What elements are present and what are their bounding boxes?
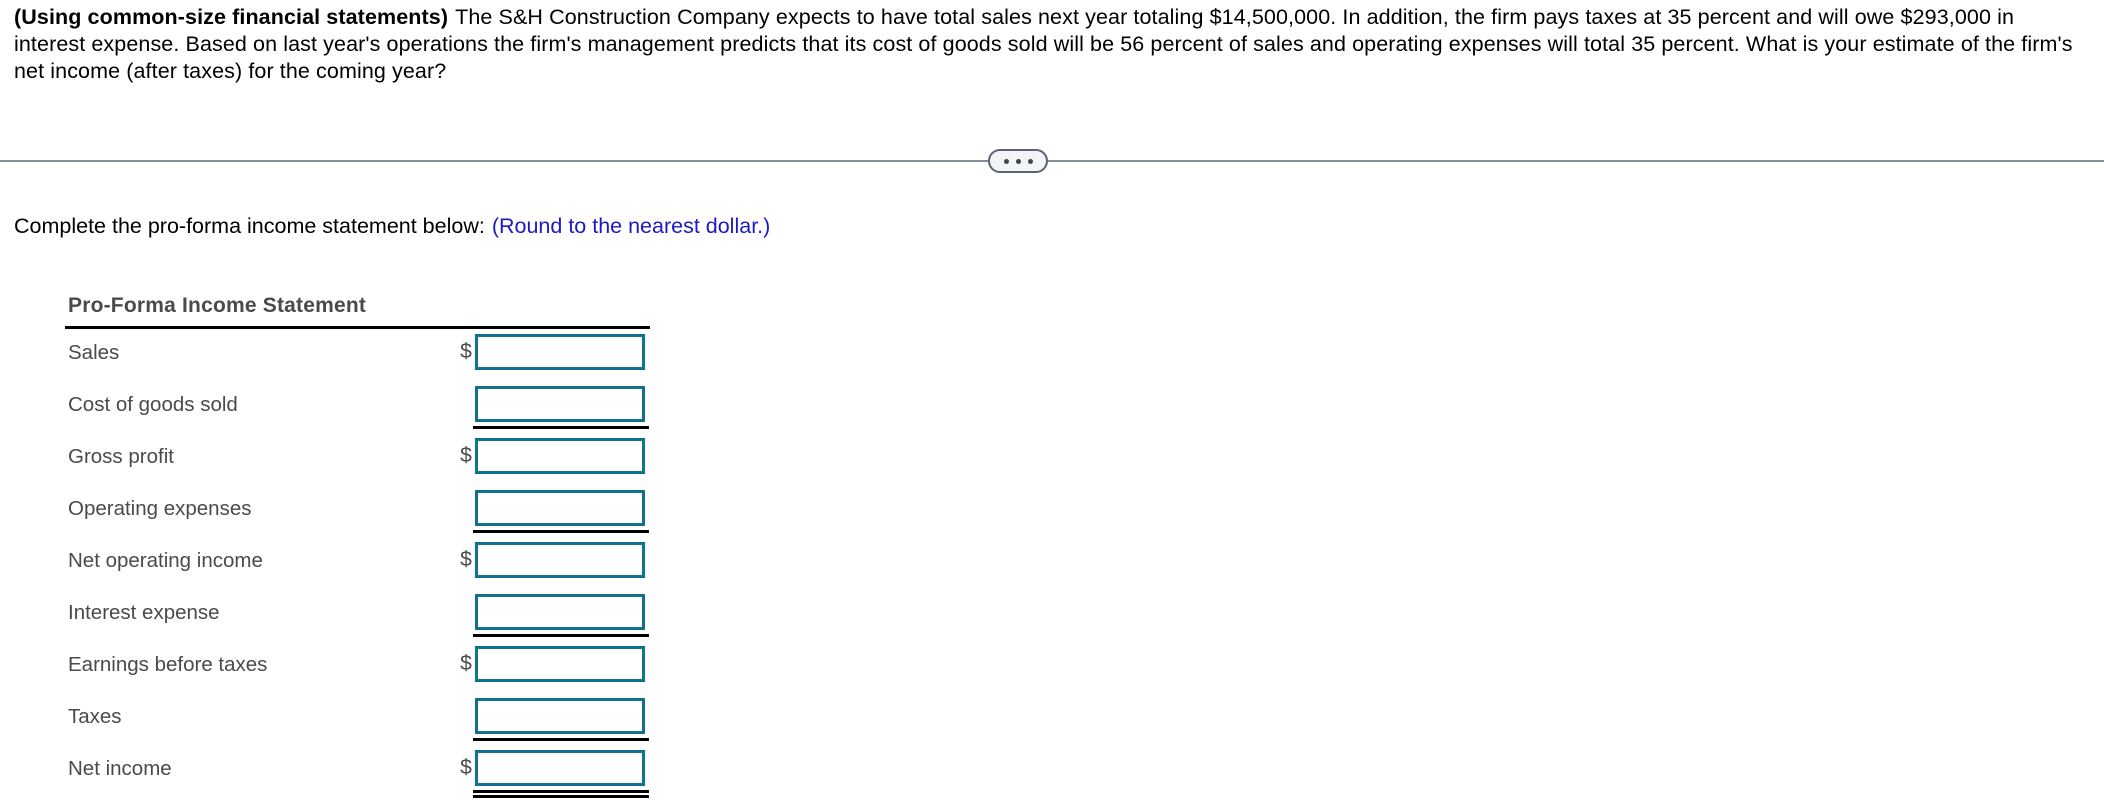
subtotal-rule (473, 738, 649, 741)
amount-input[interactable] (475, 438, 645, 474)
amount-input[interactable] (475, 334, 645, 370)
pro-forma-income-statement: Pro-Forma Income Statement Sales $ Cost of… (65, 294, 655, 798)
currency-symbol: $ (460, 756, 472, 779)
ellipsis-dot-icon (1003, 158, 1009, 164)
table-row: Cost of goods sold (65, 381, 655, 433)
row-label: Gross profit (68, 445, 174, 468)
instruction-text: Complete the pro-forma income statement … (14, 214, 485, 238)
row-label: Net income (68, 757, 172, 780)
subtotal-rule (473, 634, 649, 637)
statement-rows: Sales $ Cost of goods sold Gross profit $ Ope… (65, 329, 655, 798)
row-label: Taxes (68, 705, 122, 728)
row-label: Earnings before taxes (68, 653, 268, 676)
row-label: Cost of goods sold (68, 393, 238, 416)
total-double-rule (473, 790, 649, 798)
table-row: Gross profit $ (65, 433, 655, 485)
statement-title: Pro-Forma Income Statement (68, 294, 367, 317)
row-label: Net operating income (68, 549, 263, 572)
section-divider (0, 146, 2104, 176)
amount-input[interactable] (475, 646, 645, 682)
row-label: Sales (68, 341, 120, 364)
ellipsis-dot-icon (1015, 158, 1021, 164)
currency-symbol: $ (460, 652, 472, 675)
table-row: Net income $ (65, 745, 655, 798)
amount-input[interactable] (475, 542, 645, 578)
currency-symbol: $ (460, 444, 472, 467)
table-row: Operating expenses (65, 485, 655, 537)
amount-input[interactable] (475, 594, 645, 630)
ellipsis-dot-icon (1027, 158, 1033, 164)
question-text: (Using common-size financial statements)… (14, 4, 2090, 85)
divider-line (0, 160, 2104, 162)
table-row: Net operating income $ (65, 537, 655, 589)
table-row: Sales $ (65, 329, 655, 381)
rounding-note: (Round to the nearest dollar.) (491, 214, 771, 238)
amount-input[interactable] (475, 750, 645, 786)
more-options-button[interactable] (988, 149, 1048, 173)
currency-symbol: $ (460, 548, 472, 571)
currency-symbol: $ (460, 340, 472, 363)
amount-input[interactable] (475, 490, 645, 526)
row-label: Operating expenses (68, 497, 252, 520)
subtotal-rule (473, 530, 649, 533)
amount-input[interactable] (475, 698, 645, 734)
table-row: Taxes (65, 693, 655, 745)
subtotal-rule (473, 426, 649, 429)
amount-input[interactable] (475, 386, 645, 422)
table-row: Earnings before taxes $ (65, 641, 655, 693)
row-label: Interest expense (68, 601, 220, 624)
question-label: (Using common-size financial statements) (14, 5, 449, 29)
instruction-line: Complete the pro-forma income statement … (14, 212, 770, 240)
table-row: Interest expense (65, 589, 655, 641)
